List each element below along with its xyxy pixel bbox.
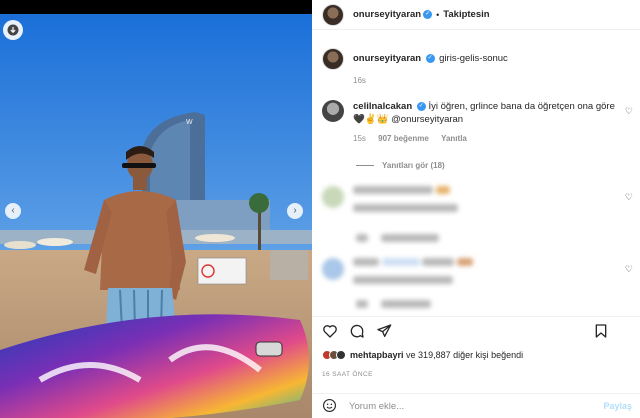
- heart-icon[interactable]: [322, 323, 338, 341]
- comment-mention[interactable]: @onurseyityaran: [391, 114, 463, 125]
- verified-badge-icon: ✓: [416, 101, 426, 111]
- chevron-left-icon[interactable]: ‹: [5, 203, 21, 219]
- caption: onurseyityaran ✓ giris-gelis-sonuc 16s: [322, 48, 508, 85]
- author-username[interactable]: onurseyityaran: [353, 9, 421, 20]
- avatar[interactable]: [322, 100, 344, 122]
- comment-item: celilnalcakan ✓ İyi öğren, grlince bana …: [322, 100, 637, 145]
- likes-rest: ve 319,887 diğer kişi beğendi: [406, 350, 524, 360]
- bookmark-icon[interactable]: [593, 323, 609, 341]
- blurred-comment-body: [353, 186, 623, 214]
- likes-text: mehtapbayri ve 319,887 diğer kişi beğend…: [350, 350, 523, 360]
- separator-dot: •: [436, 9, 440, 20]
- avatar[interactable]: [322, 186, 344, 208]
- download-icon[interactable]: [3, 20, 23, 40]
- comment-item: ♡: [322, 186, 637, 214]
- comment-input[interactable]: Yorum ekle...: [349, 401, 404, 412]
- caption-username[interactable]: onurseyityaran: [353, 53, 421, 64]
- follow-status-button[interactable]: Takiptesin: [443, 9, 489, 20]
- reply-button[interactable]: Yanıtla: [441, 134, 467, 143]
- comment-item: ♡: [322, 258, 637, 286]
- verified-badge-icon: ✓: [423, 10, 433, 19]
- emoji-icon[interactable]: [322, 398, 337, 415]
- comment-username[interactable]: celilnalcakan: [353, 101, 412, 112]
- caption-text: giris-gelis-sonuc: [439, 53, 508, 64]
- caption-time: 16s: [353, 76, 366, 85]
- post-photo[interactable]: W ‹ ›: [0, 0, 312, 418]
- heart-icon[interactable]: ♡: [625, 192, 633, 203]
- beach-photo-illustration: W: [0, 0, 312, 418]
- view-replies-label: Yanıtları gör (18): [382, 161, 445, 170]
- divider: [356, 165, 374, 166]
- post-comment-button[interactable]: Paylaş: [603, 401, 632, 411]
- heart-icon[interactable]: ♡: [625, 264, 633, 275]
- comment-icon[interactable]: [349, 323, 365, 341]
- share-icon[interactable]: [376, 323, 392, 341]
- blurred-comment-body: [353, 258, 623, 286]
- verified-badge-icon: ✓: [425, 54, 435, 64]
- comment-likes[interactable]: 907 beğenme: [378, 134, 429, 143]
- first-liker[interactable]: mehtapbayri: [350, 350, 404, 360]
- avatar: [336, 350, 346, 360]
- avatar[interactable]: [322, 48, 344, 70]
- blurred-comment-meta: [356, 300, 431, 310]
- likes-summary[interactable]: mehtapbayri ve 319,887 diğer kişi beğend…: [322, 350, 523, 360]
- heart-icon[interactable]: ♡: [625, 106, 633, 117]
- svg-text:W: W: [186, 119, 193, 126]
- comment-text: İyi öğren, grlince bana da öğretçen ona …: [428, 101, 615, 112]
- chevron-right-icon[interactable]: ›: [287, 203, 303, 219]
- comment-emojis: 🖤✌️👑: [353, 114, 389, 125]
- add-comment-bar: Yorum ekle... Paylaş: [312, 393, 640, 418]
- blurred-comment-meta: [356, 234, 439, 244]
- comment-time: 15s: [353, 134, 366, 143]
- avatar[interactable]: [322, 3, 344, 26]
- post-time-ago: 16 SAAT ÖNCE: [322, 371, 373, 378]
- action-bar: [312, 316, 640, 346]
- post-side-panel: onurseyityaran ✓ • Takiptesin onurseyity…: [312, 0, 640, 418]
- view-replies-button[interactable]: Yanıtları gör (18): [356, 161, 445, 170]
- post-header: onurseyityaran ✓ • Takiptesin: [312, 0, 640, 30]
- avatar[interactable]: [322, 258, 344, 280]
